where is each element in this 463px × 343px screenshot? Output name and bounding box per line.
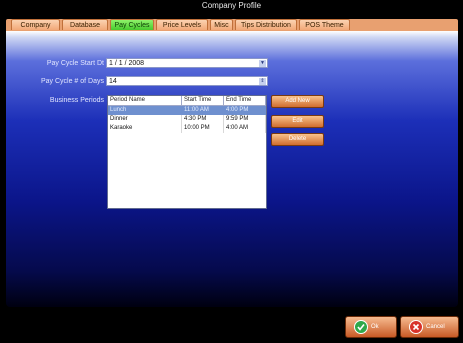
ok-button[interactable]: Ok: [345, 316, 397, 338]
cancel-button[interactable]: Cancel: [400, 316, 459, 338]
business-periods-table[interactable]: Period Name Start Time End Time Lunch 11…: [107, 95, 267, 209]
chevron-down-icon[interactable]: ▼: [259, 60, 266, 67]
tab-misc[interactable]: Misc: [210, 19, 233, 30]
cancel-label: Cancel: [426, 324, 445, 330]
cell-start-time: 4:30 PM: [182, 115, 224, 124]
table-row[interactable]: Dinner 4:30 PM 9:59 PM: [108, 115, 266, 124]
delete-button[interactable]: Delete: [271, 133, 324, 146]
table-row[interactable]: Karaoke 10:00 PM 4:00 AM: [108, 124, 266, 133]
business-periods-label: Business Periods: [49, 97, 104, 104]
cell-period-name: Lunch: [108, 106, 182, 115]
tab-pay-cycles[interactable]: Pay Cycles: [110, 19, 154, 30]
cell-end-time: 9:59 PM: [224, 115, 266, 124]
table-row[interactable]: Lunch 11:00 AM 4:00 PM: [108, 106, 266, 115]
window-title: Company Profile: [0, 0, 463, 11]
cell-start-time: 11:00 AM: [182, 106, 224, 115]
tab-database[interactable]: Database: [62, 19, 108, 30]
column-header-start-time[interactable]: Start Time: [182, 96, 224, 105]
days-label: Pay Cycle # of Days: [40, 78, 104, 85]
start-date-value: 1 / 1 / 2008: [109, 60, 145, 67]
close-icon: [409, 320, 423, 334]
check-icon: [354, 320, 368, 334]
days-stepper[interactable]: 14 ⇕: [106, 76, 268, 86]
cell-start-time: 10:00 PM: [182, 124, 224, 133]
tab-pos-theme[interactable]: POS Theme: [299, 19, 350, 30]
cell-period-name: Dinner: [108, 115, 182, 124]
ok-label: Ok: [371, 324, 379, 330]
column-header-end-time[interactable]: End Time: [224, 96, 266, 105]
tab-company[interactable]: Company: [11, 19, 60, 30]
cell-period-name: Karaoke: [108, 124, 182, 133]
tab-price-levels[interactable]: Price Levels: [156, 19, 208, 30]
cell-end-time: 4:00 AM: [224, 124, 266, 133]
add-new-button[interactable]: Add New: [271, 95, 324, 108]
spin-arrows-icon[interactable]: ⇕: [259, 78, 266, 85]
days-value: 14: [109, 78, 117, 85]
column-header-period-name[interactable]: Period Name: [108, 96, 182, 105]
start-date-picker[interactable]: 1 / 1 / 2008 ▼: [106, 58, 268, 68]
edit-button[interactable]: Edit: [271, 115, 324, 128]
tab-tips-distribution[interactable]: Tips Distribution: [235, 19, 297, 30]
cell-end-time: 4:00 PM: [224, 106, 266, 115]
table-header: Period Name Start Time End Time: [108, 96, 266, 106]
start-date-label: Pay Cycle Start Dt: [46, 60, 104, 67]
